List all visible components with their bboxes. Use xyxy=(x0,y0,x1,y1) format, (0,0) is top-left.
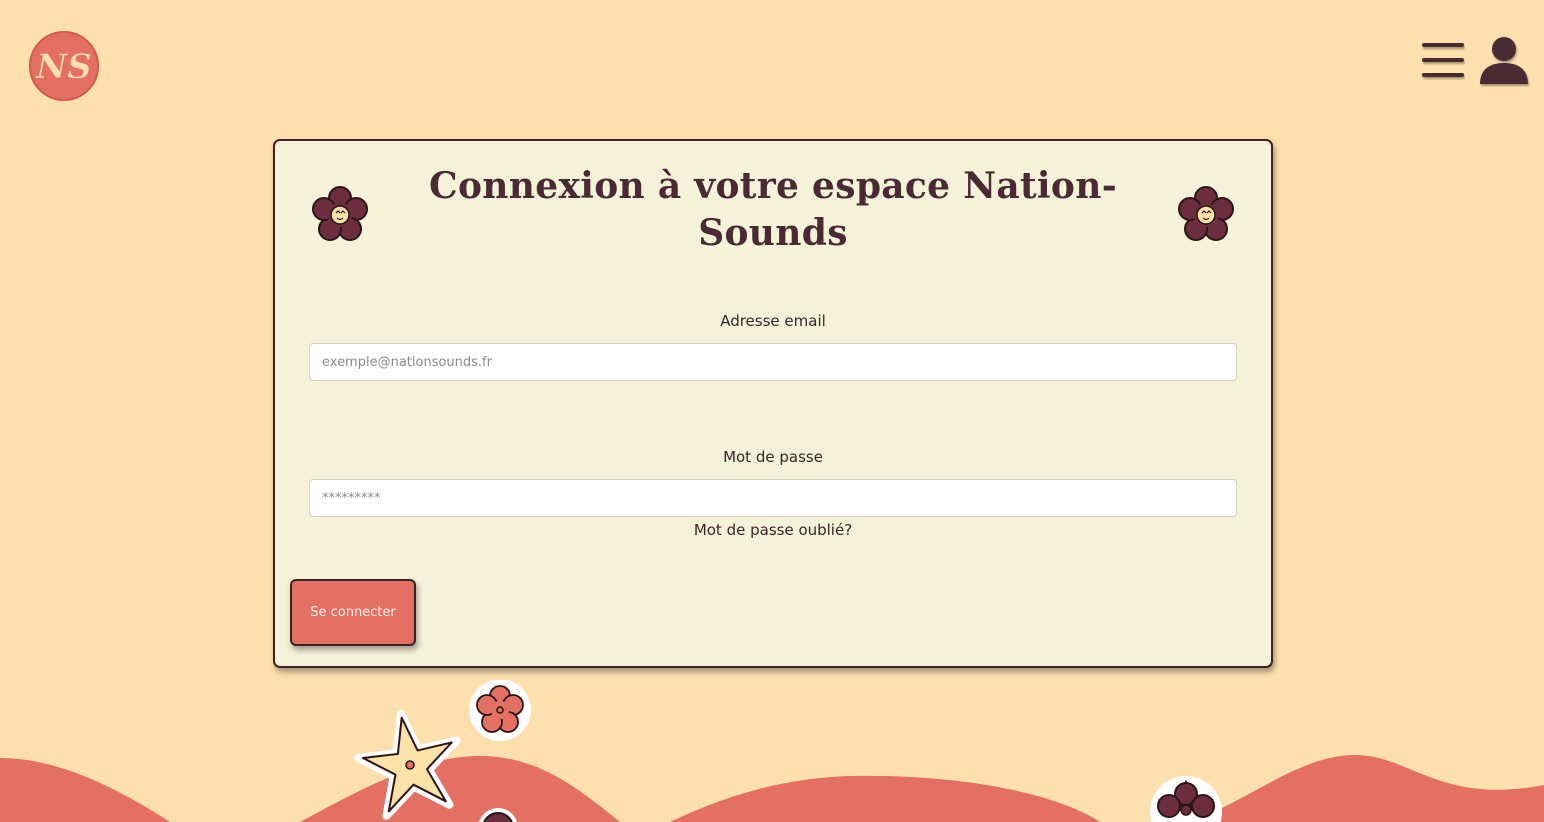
password-field[interactable] xyxy=(309,479,1237,517)
email-field[interactable] xyxy=(309,343,1237,381)
smiling-flower-icon xyxy=(1178,186,1234,241)
smiling-flower-icon xyxy=(312,186,368,241)
email-label: Adresse email xyxy=(720,312,826,330)
hamburger-menu-icon[interactable] xyxy=(1421,40,1465,80)
bottom-wave-shape xyxy=(300,756,620,822)
login-title: Connexion à votre espace Nation-Sounds xyxy=(429,165,1117,254)
user-account-icon[interactable] xyxy=(1478,35,1530,87)
bottom-wave-shape xyxy=(0,758,170,822)
coral-flower-icon xyxy=(469,680,531,741)
bottom-wave-shape xyxy=(670,775,1100,822)
login-button[interactable]: Se connecter xyxy=(290,579,416,646)
forgot-password-link[interactable]: Mot de passe oublié? xyxy=(275,521,1271,539)
svg-text:NS: NS xyxy=(35,47,92,87)
decorative-waves xyxy=(0,680,1544,822)
nation-sounds-logo[interactable]: NS xyxy=(26,28,102,104)
login-card: Connexion à votre espace Nation-Sounds A… xyxy=(273,139,1273,668)
dark-flower-icon xyxy=(1150,776,1222,822)
bottom-wave-shape xyxy=(1190,755,1544,822)
password-label: Mot de passe xyxy=(723,448,823,466)
